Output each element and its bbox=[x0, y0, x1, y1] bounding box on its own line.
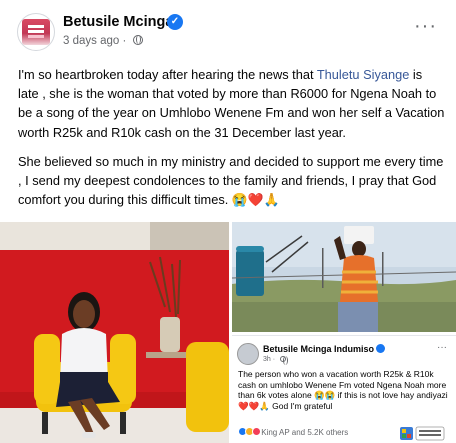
embedded-text: The person who won a vacation worth R25k… bbox=[238, 369, 448, 411]
embedded-verified-icon bbox=[376, 344, 386, 353]
post-meta: 3 days ago · bbox=[63, 35, 143, 47]
watermark-logo bbox=[400, 426, 445, 441]
post-paragraph-2: She believed so much in my ministry and … bbox=[18, 153, 444, 208]
post-time[interactable]: 3 days ago bbox=[63, 35, 119, 47]
embedded-time: 3h · bbox=[263, 356, 289, 365]
watermark-badge bbox=[400, 426, 446, 442]
photo-grid: Betusile Mcinga Indumiso 3h · ··· The pe… bbox=[0, 222, 456, 443]
author-avatar[interactable] bbox=[17, 13, 55, 51]
post-body: I'm so heartbroken today after hearing t… bbox=[18, 65, 446, 219]
post-header: Betusile Mcinga ✓ 3 days ago · ··· bbox=[0, 0, 456, 60]
post-paragraph-1: I'm so heartbroken today after hearing t… bbox=[18, 67, 445, 140]
embedded-more-icon: ··· bbox=[437, 342, 447, 353]
embedded-author: Betusile Mcinga Indumiso bbox=[263, 344, 386, 354]
embedded-avatar bbox=[237, 343, 259, 365]
love-reaction-icon bbox=[252, 427, 261, 436]
more-options-button[interactable]: ··· bbox=[414, 16, 437, 36]
avatar-image bbox=[22, 19, 50, 45]
photo-woman-yellow-chair-image bbox=[0, 222, 229, 443]
author-name[interactable]: Betusile Mcinga bbox=[63, 14, 173, 30]
photo-woman-yellow-chair[interactable] bbox=[0, 222, 229, 443]
photo-woman-carrying-bucket-image bbox=[232, 222, 456, 332]
embedded-post-screenshot[interactable]: Betusile Mcinga Indumiso 3h · ··· The pe… bbox=[232, 335, 456, 443]
embedded-globe-icon bbox=[280, 356, 289, 365]
verified-icon: ✓ bbox=[167, 14, 183, 30]
mention-link[interactable]: Thuletu Siyange bbox=[317, 67, 409, 82]
globe-icon bbox=[132, 35, 143, 45]
embedded-reactions: King AP and 5.2K others bbox=[238, 427, 348, 437]
photo-woman-carrying-bucket[interactable] bbox=[232, 222, 456, 332]
